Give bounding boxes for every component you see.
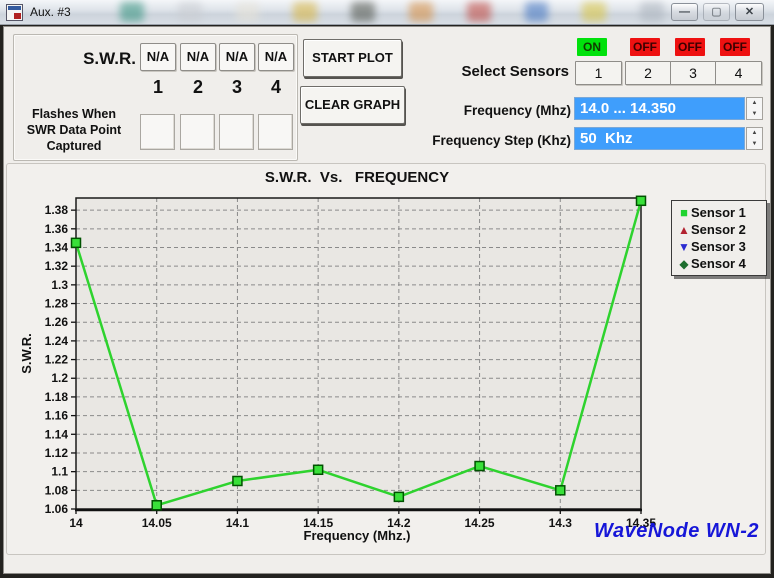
flash-caption: Flashes When SWR Data Point Captured <box>10 106 138 154</box>
spinner-down-icon[interactable]: ▼ <box>747 139 762 150</box>
sensor-1-marker-icon: ■ <box>677 205 691 220</box>
flash-indicator-4 <box>258 114 293 150</box>
svg-text:1.14: 1.14 <box>45 427 69 441</box>
sensor-3-marker-icon: ▼ <box>677 240 691 254</box>
legend-item-sensor-3: ▼ Sensor 3 <box>677 238 762 255</box>
channel-number-3: 3 <box>219 77 255 98</box>
app-icon <box>6 4 23 21</box>
legend-item-sensor-2: ▲ Sensor 2 <box>677 221 762 238</box>
chart-legend: ■ Sensor 1 ▲ Sensor 2 ▼ Sensor 3 ◆ Senso… <box>671 200 767 276</box>
channel-number-2: 2 <box>180 77 216 98</box>
frequency-field[interactable]: 14.0 ... 14.350 <box>574 97 745 120</box>
svg-text:1.3: 1.3 <box>51 278 68 292</box>
svg-text:1.26: 1.26 <box>45 315 69 329</box>
frequency-spinner[interactable]: ▲ ▼ <box>746 97 763 120</box>
svg-text:S.W.R.: S.W.R. <box>19 333 34 373</box>
spinner-up-icon[interactable]: ▲ <box>747 128 762 139</box>
frequency-step-label: Frequency Step (Khz) <box>304 133 571 148</box>
svg-text:1.1: 1.1 <box>51 465 68 479</box>
svg-text:1.12: 1.12 <box>45 446 69 460</box>
sensor-1-status-badge: ON <box>577 38 607 56</box>
maximize-button[interactable]: ▢ <box>703 3 730 21</box>
svg-text:1.24: 1.24 <box>45 334 69 348</box>
sensor-button-3[interactable]: 3 <box>670 61 716 85</box>
svg-text:1.06: 1.06 <box>45 502 69 516</box>
legend-item-sensor-1: ■ Sensor 1 <box>677 204 762 221</box>
sensor-button-4[interactable]: 4 <box>715 61 762 85</box>
swr-na-button-4[interactable]: N/A <box>258 43 294 71</box>
svg-text:1.34: 1.34 <box>45 240 69 254</box>
minimize-button[interactable]: — <box>671 3 698 21</box>
svg-text:1.22: 1.22 <box>45 353 69 367</box>
swr-na-button-2[interactable]: N/A <box>180 43 216 71</box>
swr-label: S.W.R. <box>54 49 136 69</box>
frequency-label: Frequency (Mhz) <box>304 103 571 118</box>
app-window: Aux. #3 — ▢ ✕ S.W.R. N/A N/A N/A N/A 1 2… <box>0 0 774 578</box>
svg-text:1.2: 1.2 <box>51 371 68 385</box>
svg-text:1.38: 1.38 <box>45 203 69 217</box>
swr-na-button-1[interactable]: N/A <box>140 43 176 71</box>
spinner-down-icon[interactable]: ▼ <box>747 109 762 120</box>
frequency-step-spinner[interactable]: ▲ ▼ <box>746 127 763 150</box>
swr-na-button-3[interactable]: N/A <box>219 43 255 71</box>
svg-text:1.28: 1.28 <box>45 297 69 311</box>
sensor-3-status-badge: OFF <box>675 38 705 56</box>
sensor-button-1[interactable]: 1 <box>575 61 622 85</box>
select-sensors-label: Select Sensors <box>384 63 569 80</box>
frequency-step-field[interactable]: 50 Khz <box>574 127 745 150</box>
flash-indicator-2 <box>180 114 215 150</box>
sensor-2-status-badge: OFF <box>630 38 660 56</box>
branding-text: WaveNode WN-2 <box>594 520 759 543</box>
svg-text:1.08: 1.08 <box>45 483 69 497</box>
channel-number-4: 4 <box>258 77 294 98</box>
channel-number-1: 1 <box>140 77 176 98</box>
sensor-4-status-badge: OFF <box>720 38 750 56</box>
flash-indicator-1 <box>140 114 175 150</box>
titlebar: Aux. #3 — ▢ ✕ <box>0 0 774 25</box>
sensor-4-marker-icon: ◆ <box>677 257 691 271</box>
spinner-up-icon[interactable]: ▲ <box>747 98 762 109</box>
svg-text:1.18: 1.18 <box>45 390 69 404</box>
sensor-button-2[interactable]: 2 <box>625 61 671 85</box>
window-title: Aux. #3 <box>30 5 71 19</box>
flash-indicator-3 <box>219 114 254 150</box>
legend-item-sensor-4: ◆ Sensor 4 <box>677 255 762 272</box>
chart-panel: S.W.R. Vs. FREQUENCY 1.061.081.11.121.14… <box>6 163 766 555</box>
titlebar-glass-decoration <box>120 2 664 25</box>
close-button[interactable]: ✕ <box>735 3 764 21</box>
svg-text:1.16: 1.16 <box>45 409 69 423</box>
swr-frequency-chart: 1.06 1.08 1.1 1.12 1.14 1.16 1.18 1.2 1.22 1.24 1.… <box>7 184 766 544</box>
sensor-2-marker-icon: ▲ <box>677 223 691 237</box>
svg-text:1.32: 1.32 <box>45 259 69 273</box>
svg-text:1.36: 1.36 <box>45 222 69 236</box>
client-area: S.W.R. N/A N/A N/A N/A 1 2 3 4 Flashes W… <box>3 26 771 574</box>
